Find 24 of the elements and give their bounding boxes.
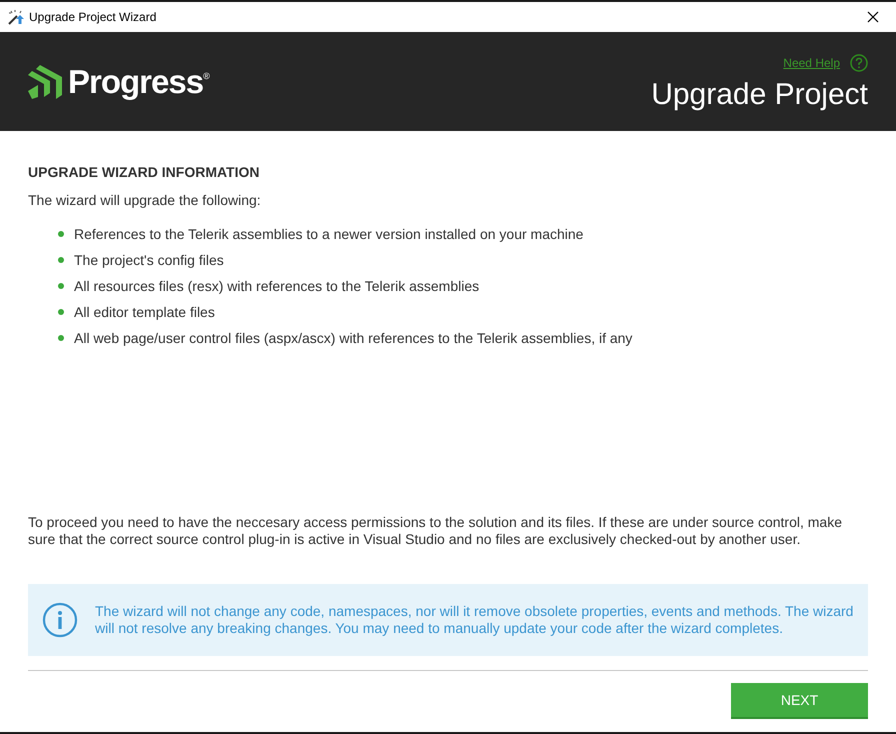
window-title: Upgrade Project Wizard: [29, 9, 156, 26]
next-button[interactable]: NEXT: [731, 683, 868, 719]
close-icon: [867, 11, 879, 23]
permissions-note: To proceed you need to have the neccesary access permissions to the solution and its files. If these are under source control, make sure that the correct source control plug-in is active in Visual Studio and no files are exclusively checked-out by another user.: [28, 514, 844, 548]
bullet-icon: [58, 335, 64, 341]
list-item: All web page/user control files (aspx/ascx) with references to the Telerik assemblies, if any: [74, 330, 632, 346]
info-text: The wizard will not change any code, namespaces, nor will it remove obsolete properties, events and methods. The wizard will not resolve any breaking changes. You may need to manually update your code after the wizard completes.: [95, 603, 854, 637]
list-item: All editor template files: [74, 304, 215, 320]
help-link[interactable]: Need Help: [783, 54, 840, 72]
logo-icon: [28, 64, 62, 98]
logo-text: Progress$^{®}$: [68, 62, 209, 102]
page-title: Upgrade Project: [651, 80, 868, 110]
wizard-icon: [8, 9, 24, 25]
info-icon: [42, 602, 78, 638]
bullet-icon: [58, 283, 64, 289]
bullet-icon: [58, 257, 64, 263]
list-item: All resources files (resx) with references to the Telerik assemblies: [74, 278, 480, 294]
bullet-icon: [58, 309, 64, 315]
section-title: UPGRADE WIZARD INFORMATION: [28, 164, 260, 180]
list-item: The project's config files: [74, 252, 224, 268]
help-icon[interactable]: [850, 54, 868, 72]
intro-text: The wizard will upgrade the following:: [28, 192, 262, 208]
bullet-icon: [58, 231, 64, 237]
list-item: References to the Telerik assemblies to a newer version installed on your machine: [74, 226, 584, 242]
